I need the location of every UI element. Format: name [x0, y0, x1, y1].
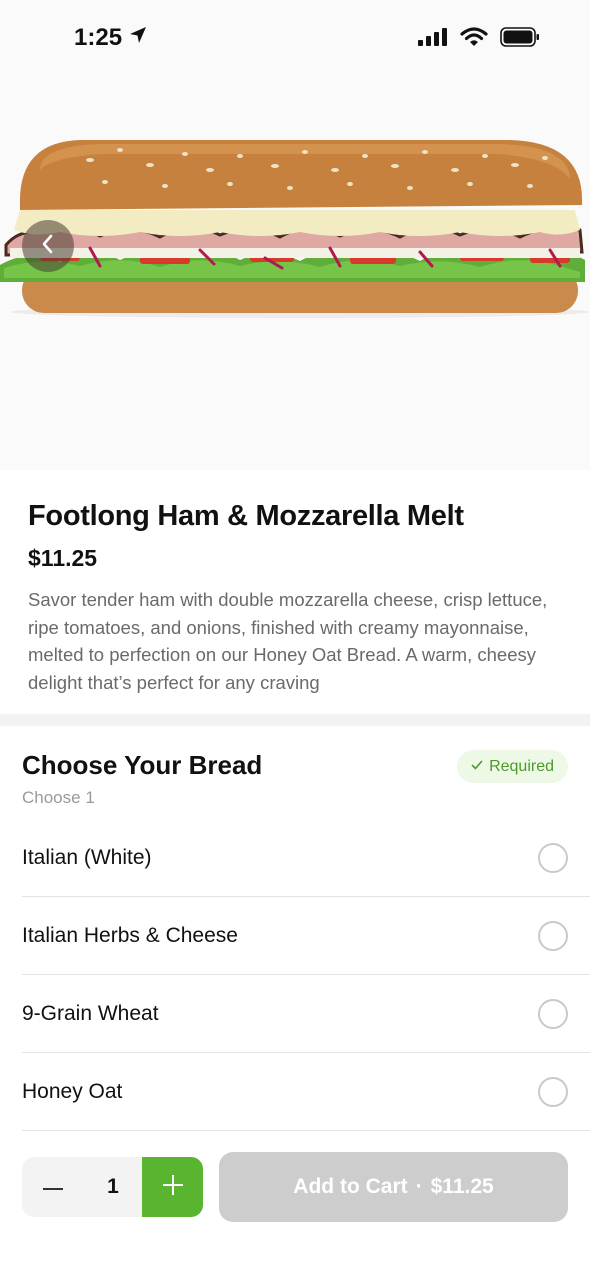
sandwich-image [0, 140, 590, 318]
minus-icon [43, 1178, 63, 1196]
option-label: 9-Grain Wheat [22, 1001, 159, 1025]
add-to-cart-label: Add to Cart [293, 1175, 408, 1198]
bread-option-9-grain-wheat[interactable]: 9-Grain Wheat [22, 975, 590, 1053]
location-arrow-icon [128, 24, 148, 52]
quantity-stepper: 1 [22, 1157, 203, 1217]
status-time: 1:25 [74, 24, 123, 51]
status-bar: 1:25 [0, 0, 590, 70]
status-time-group: 1:25 [74, 24, 148, 52]
section-divider [0, 714, 590, 726]
radio-button[interactable] [538, 920, 568, 951]
radio-button[interactable] [538, 842, 568, 873]
quantity-value: 1 [107, 1175, 119, 1198]
section-subtitle: Choose 1 [22, 788, 95, 807]
wifi-icon [460, 27, 488, 52]
section-title: Choose Your Bread [22, 750, 263, 780]
product-description: Savor tender ham with double mozzarella … [28, 589, 548, 693]
radio-button[interactable] [538, 1076, 568, 1107]
product-price: $11.25 [28, 545, 98, 571]
product-title: Footlong Ham & Mozzarella Melt [28, 500, 464, 532]
radio-button[interactable] [538, 998, 568, 1029]
back-button[interactable] [22, 220, 74, 272]
bottom-cart-bar: 1 Add to Cart · $11.25 [0, 1134, 590, 1280]
product-info: Footlong Ham & Mozzarella Melt $11.25 Sa… [0, 470, 590, 696]
option-label: Honey Oat [22, 1079, 123, 1103]
bread-options-list: Italian (White) Italian Herbs & Cheese 9… [22, 819, 590, 1131]
required-badge-label: Required [489, 757, 554, 775]
bread-option-honey-oat[interactable]: Honey Oat [22, 1053, 590, 1131]
add-to-cart-price: $11.25 [430, 1175, 494, 1198]
required-badge: Required [457, 750, 568, 783]
chevron-left-icon [39, 233, 57, 260]
cellular-signal-icon [418, 28, 448, 51]
status-icons [418, 27, 540, 52]
add-to-cart-button[interactable]: Add to Cart · $11.25 [219, 1152, 568, 1222]
decrease-quantity-button[interactable] [22, 1157, 84, 1217]
bread-option-italian-herbs-cheese[interactable]: Italian Herbs & Cheese [22, 897, 590, 975]
option-label: Italian Herbs & Cheese [22, 923, 238, 947]
plus-icon [162, 1174, 183, 1200]
bread-option-italian-white[interactable]: Italian (White) [22, 819, 590, 897]
increase-quantity-button[interactable] [142, 1157, 203, 1217]
checkmark-icon [471, 758, 483, 776]
option-label: Italian (White) [22, 845, 152, 869]
hero-image-area [0, 70, 590, 470]
add-to-cart-separator: · [415, 1175, 423, 1198]
battery-icon [500, 27, 540, 52]
